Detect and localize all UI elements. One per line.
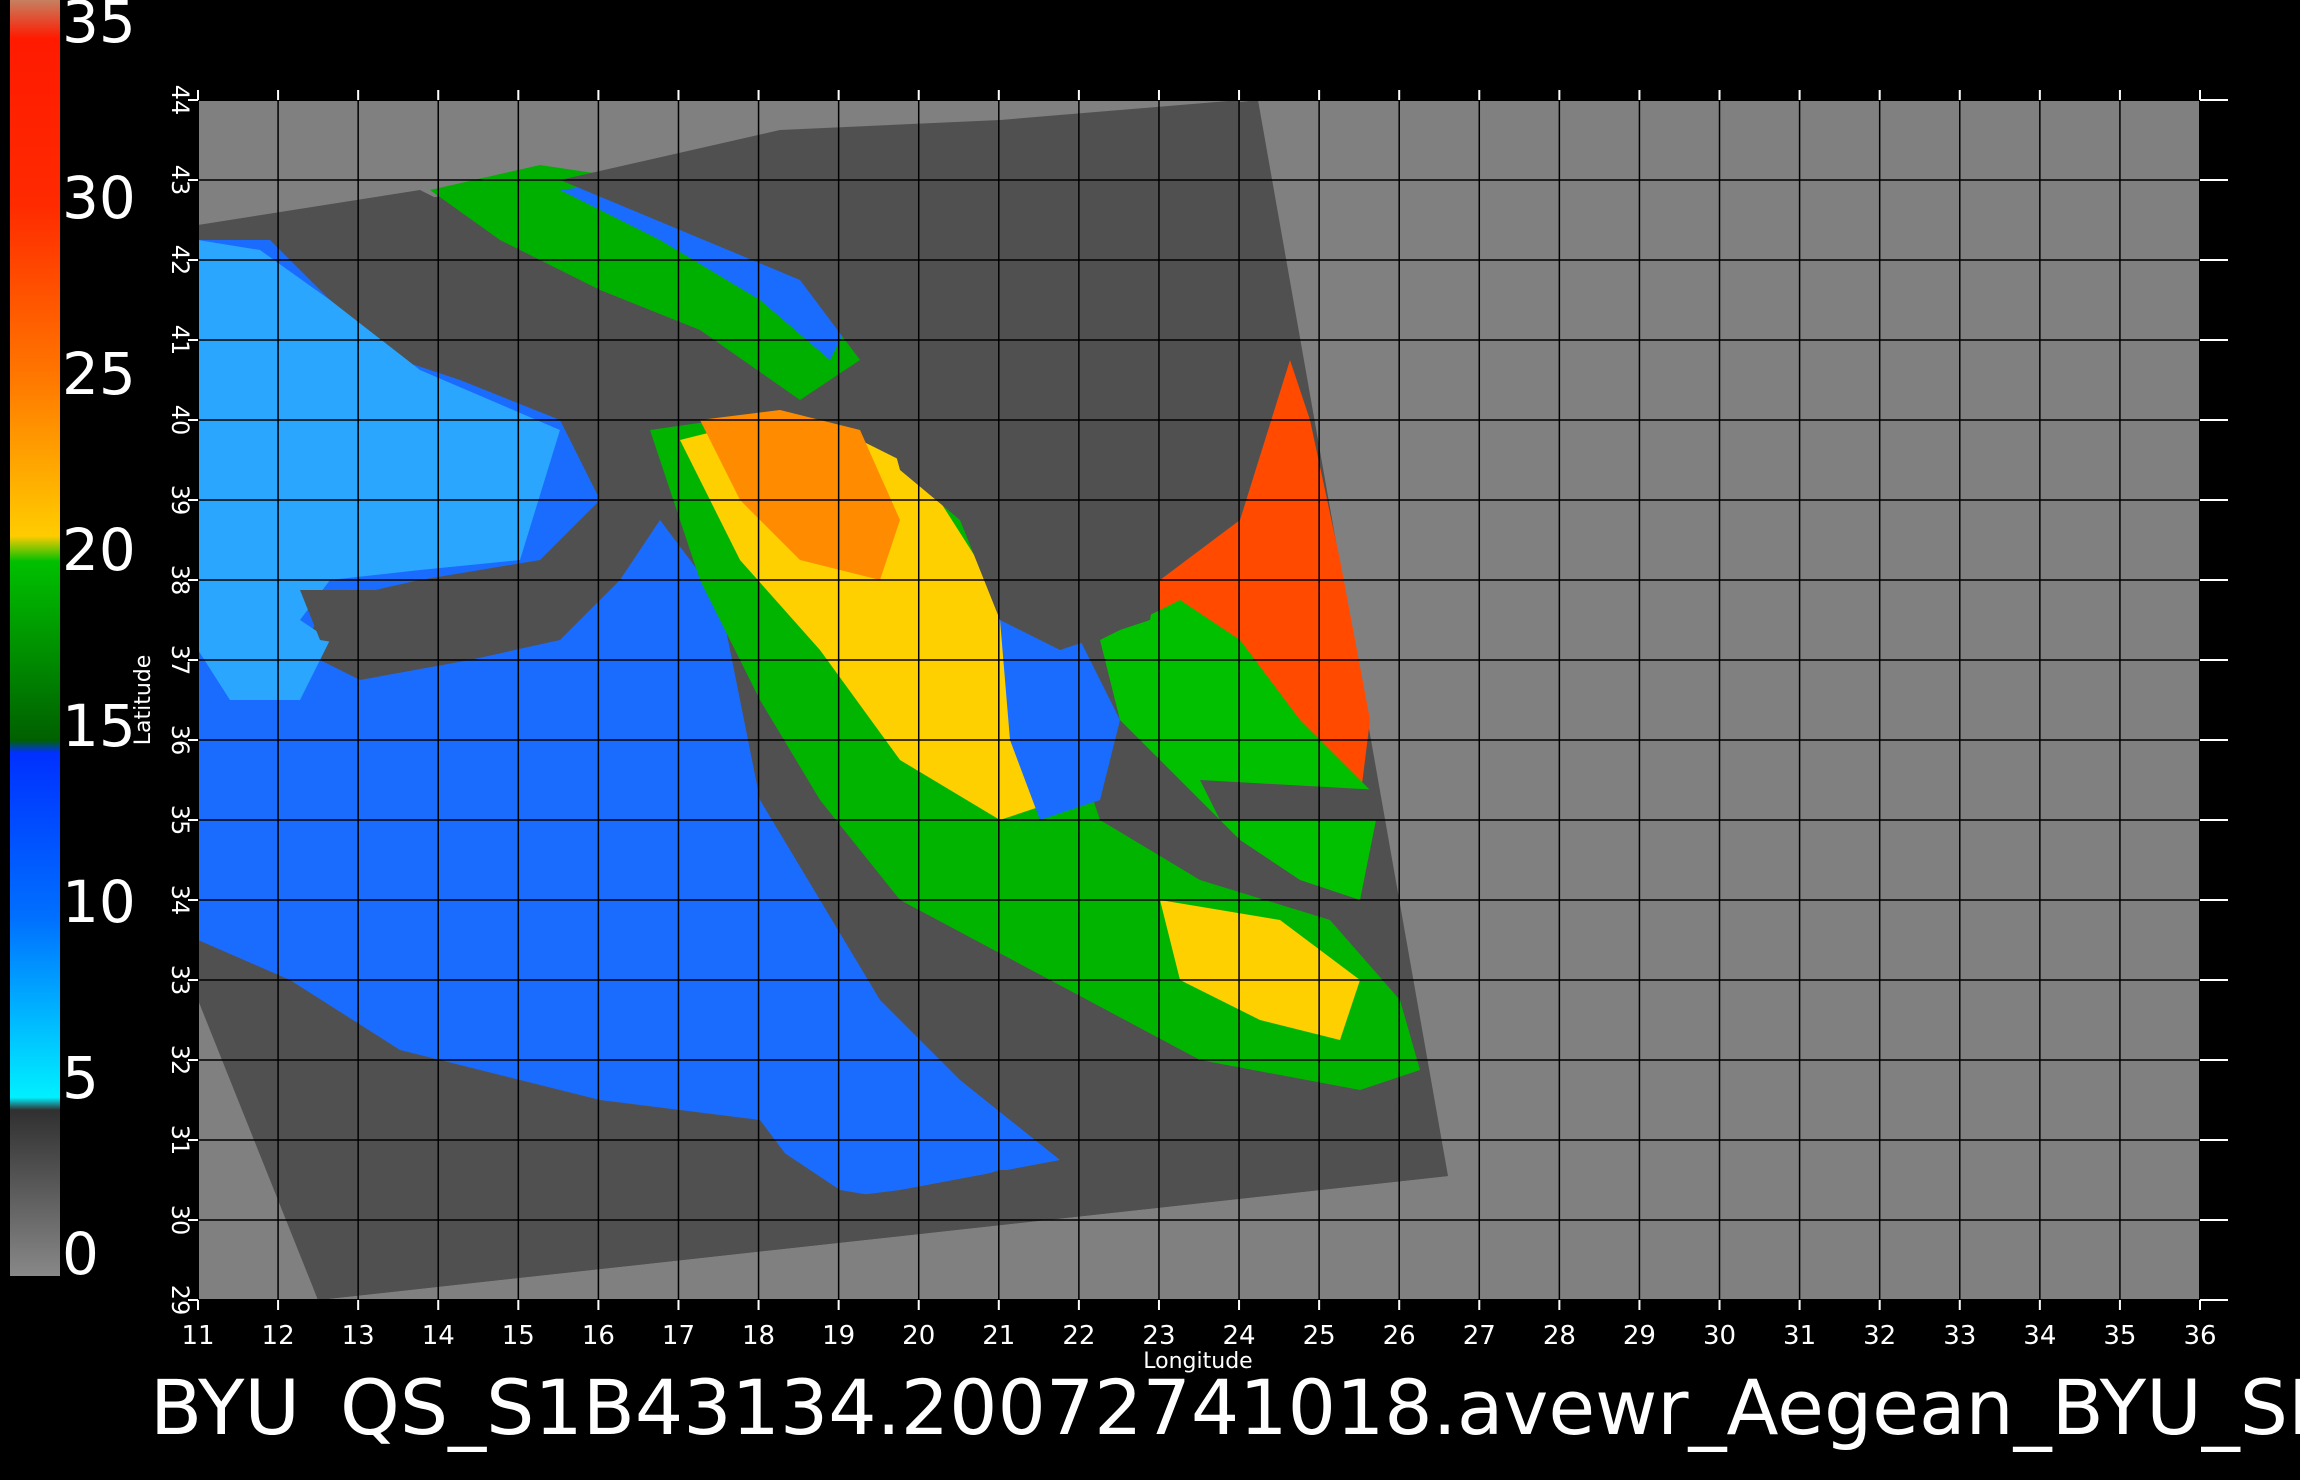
- colorbar: 35 30 25 20 15 10 5 0: [10, 0, 136, 1288]
- lat-tick-label: 31: [166, 1125, 194, 1156]
- lat-tick-label: 43: [166, 165, 194, 196]
- lat-tick-label: 34: [166, 885, 194, 916]
- lon-tick-label: 15: [502, 1321, 535, 1351]
- lon-tick-label: 28: [1543, 1321, 1576, 1351]
- lon-tick-label: 31: [1783, 1321, 1816, 1351]
- lon-tick-label: 29: [1623, 1321, 1656, 1351]
- lon-tick-label: 14: [422, 1321, 455, 1351]
- lon-tick-label: 13: [342, 1321, 375, 1351]
- lat-tick-label: 32: [166, 1045, 194, 1076]
- lon-tick-label: 16: [582, 1321, 615, 1351]
- footer-caption: BYU QS_S1B43134.20072741018.avewr_Aegean_…: [150, 1370, 2300, 1480]
- colorbar-label: 10: [62, 868, 136, 936]
- lon-tick-label: 21: [982, 1321, 1015, 1351]
- lon-tick-label: 20: [902, 1321, 935, 1351]
- lat-tick-label: 33: [166, 965, 194, 996]
- lon-tick-label: 33: [1943, 1321, 1976, 1351]
- lon-tick-label: 23: [1142, 1321, 1175, 1351]
- colorbar-label: 15: [62, 692, 136, 760]
- lon-tick-label: 11: [181, 1321, 214, 1351]
- colorbar-label: 20: [62, 516, 136, 584]
- colorbar-labels: 35 30 25 20 15 10 5 0: [62, 0, 136, 1288]
- lon-tick-label: 30: [1703, 1321, 1736, 1351]
- lat-tick-label: 36: [166, 725, 194, 756]
- colorbar-gradient: [10, 0, 60, 1276]
- lon-tick-label: 34: [2023, 1321, 2056, 1351]
- colorbar-label: 35: [62, 0, 136, 56]
- lon-tick-label: 36: [2183, 1321, 2216, 1351]
- lon-tick-label: 24: [1222, 1321, 1255, 1351]
- latitude-axis-label: Latitude: [131, 655, 156, 746]
- colorbar-label: 5: [62, 1044, 99, 1112]
- lat-tick-label: 38: [166, 565, 194, 596]
- lat-tick-label: 42: [166, 245, 194, 276]
- lon-tick-label: 27: [1463, 1321, 1496, 1351]
- lon-tick-label: 18: [742, 1321, 775, 1351]
- lon-tick-label: 22: [1062, 1321, 1095, 1351]
- lon-tick-label: 17: [662, 1321, 695, 1351]
- colorbar-label: 25: [62, 340, 136, 408]
- lon-tick-label: 25: [1303, 1321, 1336, 1351]
- lat-tick-label: 41: [166, 325, 194, 356]
- lat-tick-label: 37: [166, 645, 194, 676]
- lat-tick-label: 39: [166, 485, 194, 516]
- lat-tick-label: 35: [166, 805, 194, 836]
- lon-tick-label: 26: [1383, 1321, 1416, 1351]
- lon-tick-label: 12: [262, 1321, 295, 1351]
- footer-filename: QS_S1B43134.20072741018.avewr_Aegean_BYU…: [340, 1370, 2300, 1452]
- lon-tick-label: 32: [1863, 1321, 1896, 1351]
- lon-tick-label: 35: [2103, 1321, 2136, 1351]
- colorbar-label: 30: [62, 164, 136, 232]
- lat-tick-label: 40: [166, 405, 194, 436]
- lat-tick-label: 29: [166, 1285, 194, 1316]
- wind-speed-map: 35 30 25 20 15 10 5 0 11 12 13 14 15 16 17 18 1…: [10, 0, 2228, 1374]
- lon-tick-label: 19: [822, 1321, 855, 1351]
- footer-org: BYU: [150, 1370, 301, 1452]
- colorbar-label: 0: [62, 1220, 99, 1288]
- lat-tick-label: 30: [166, 1205, 194, 1236]
- lat-tick-label: 44: [166, 85, 194, 116]
